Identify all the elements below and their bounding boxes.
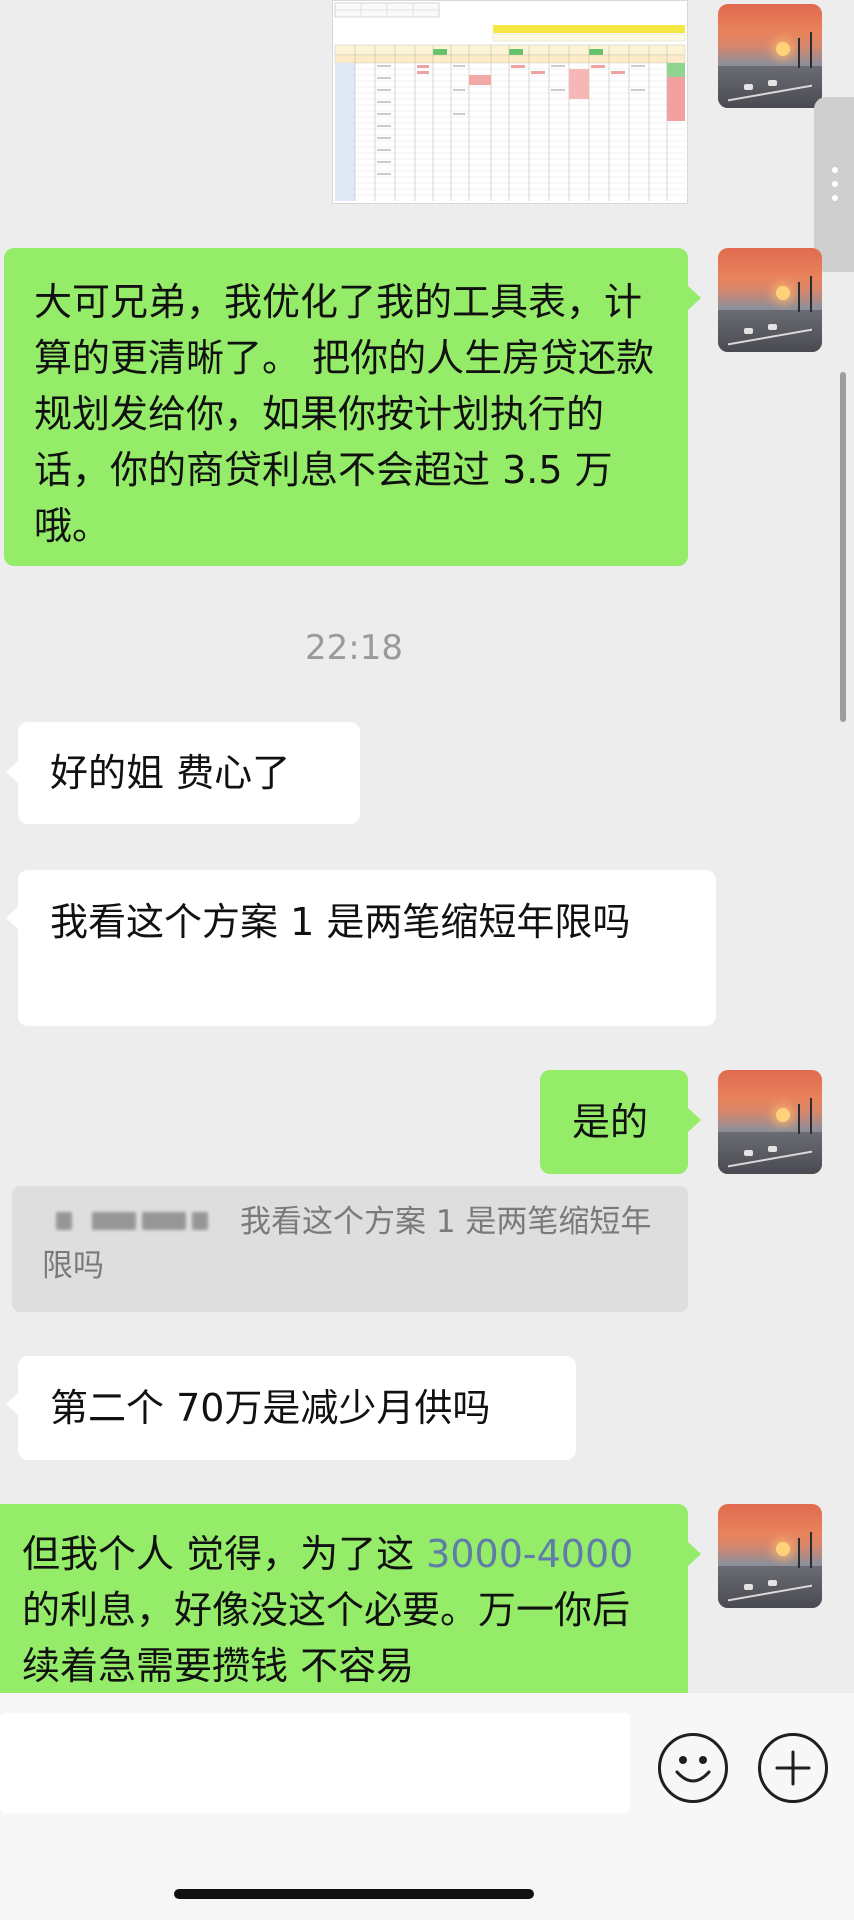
spreadsheet-image[interactable] [332,0,688,204]
input-bar [0,1693,854,1920]
message-bubble-received[interactable]: 第二个 70万是减少月供吗 [18,1356,576,1460]
message-bubble-received[interactable]: 我看这个方案 1 是两笔缩短年限吗 [18,870,716,1026]
bubble-tail [688,1108,701,1132]
avatar[interactable] [718,248,822,352]
avatar[interactable] [718,1070,822,1174]
bubble-tail [688,286,701,310]
avatar[interactable] [718,1504,822,1608]
message-input[interactable] [0,1713,630,1813]
quoted-text: 我看这个方案 1 是两笔缩短年限吗 [42,1204,652,1284]
message-bubble-sent[interactable]: 大可兄弟，我优化了我的工具表，计算的更清晰了。 把你的人生房贷还款规划发给你，如… [4,248,688,566]
plus-icon[interactable] [758,1733,828,1803]
scrollbar[interactable] [840,372,846,722]
home-indicator[interactable] [174,1889,534,1899]
bubble-tail [688,1542,701,1566]
quoted-message[interactable]: 我看这个方案 1 是两笔缩短年限吗 [12,1186,688,1312]
message-text: 大可兄弟，我优化了我的工具表，计算的更清晰了。 把你的人生房贷还款规划发给你，如… [34,280,655,548]
message-text: 但我个人 觉得，为了这 3000-4000的利息，好像没这个必要。万一你后续着急… [22,1532,634,1688]
message-text: 好的姐 费心了 [50,751,291,795]
side-panel-handle[interactable] [814,97,854,272]
emoji-icon[interactable] [658,1733,728,1803]
message-text: 是的 [572,1100,649,1144]
number-link[interactable]: 3000-4000 [426,1532,633,1576]
time-label: 22:18 [305,628,403,668]
message-bubble-sent[interactable]: 但我个人 觉得，为了这 3000-4000的利息，好像没这个必要。万一你后续着急… [0,1504,688,1693]
message-bubble-received[interactable]: 好的姐 费心了 [18,722,360,824]
avatar[interactable] [718,4,822,108]
spreadsheet-thumbnail [333,1,687,203]
message-text: 第二个 70万是减少月供吗 [50,1386,491,1430]
message-text: 我看这个方案 1 是两笔缩短年限吗 [50,900,631,944]
message-bubble-sent[interactable]: 是的 [540,1070,688,1174]
